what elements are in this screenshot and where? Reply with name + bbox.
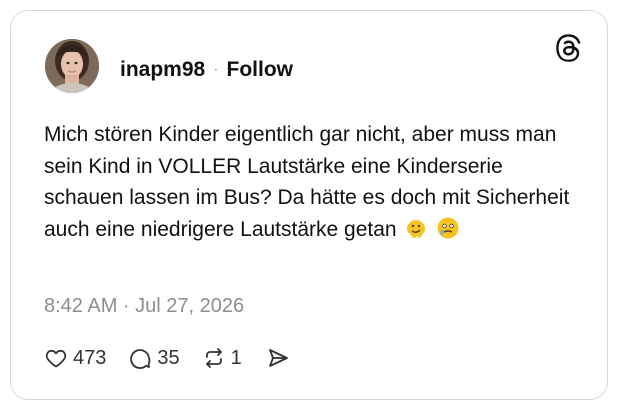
repost-count: 1 (230, 346, 242, 369)
separator-dot: · (213, 61, 219, 78)
speech-bubble-icon (128, 346, 152, 370)
like-count: 473 (73, 346, 107, 369)
repost-button[interactable]: 1 (202, 346, 242, 370)
reply-count: 35 (157, 346, 180, 369)
post-body: Mich stören Kinder eigentlich gar nicht,… (44, 119, 584, 249)
post-card: inapm98 · Follow Mich stören Kinder eige… (10, 10, 608, 400)
like-button[interactable]: 473 (44, 346, 106, 370)
share-button[interactable] (266, 346, 290, 370)
post-timestamp[interactable]: 8:42 AM · Jul 27, 2026 (44, 295, 244, 318)
melting-face-emoji (404, 216, 428, 250)
avatar[interactable] (45, 39, 99, 93)
send-icon (266, 346, 290, 370)
reply-button[interactable]: 35 (128, 346, 180, 370)
threads-logo-icon[interactable] (553, 33, 583, 63)
post-text: Mich stören Kinder eigentlich gar nicht,… (44, 123, 570, 241)
action-bar: 473 35 1 (44, 346, 290, 370)
username[interactable]: inapm98 (120, 58, 205, 82)
repost-icon (202, 346, 226, 370)
face-holding-back-tears-emoji (436, 216, 460, 250)
post-header: inapm98 · Follow (120, 58, 293, 82)
follow-button[interactable]: Follow (227, 58, 294, 82)
heart-icon (44, 346, 68, 370)
